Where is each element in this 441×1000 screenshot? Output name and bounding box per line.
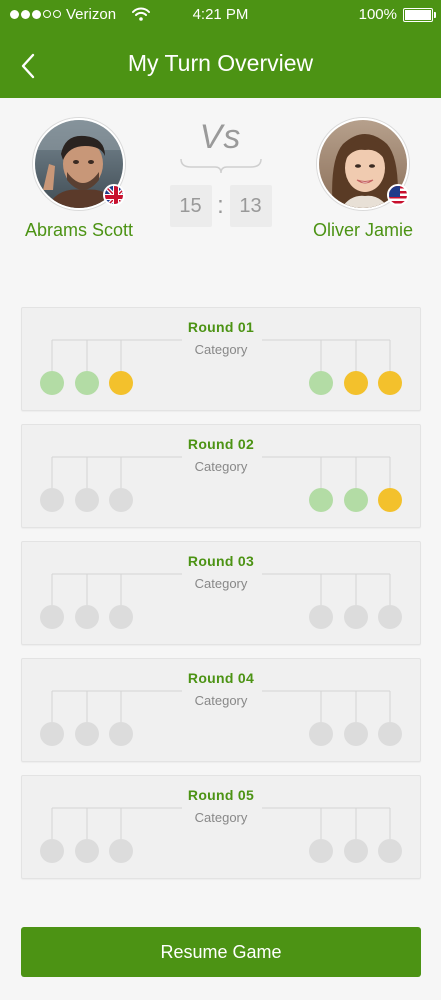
avatar[interactable] [33, 118, 125, 210]
left-answer-dot-empty [75, 605, 99, 629]
left-answer-dot-pending [109, 371, 133, 395]
round-card[interactable]: Round 04 Category [21, 658, 421, 762]
right-answer-dot-correct [344, 488, 368, 512]
left-answer-dot-empty [40, 605, 64, 629]
page-title: My Turn Overview [127, 50, 314, 76]
player-name: Oliver Jamie [312, 220, 414, 240]
round-category: Category [194, 342, 248, 357]
left-answer-dot-empty [40, 488, 64, 512]
status-bar: Verizon 4:21 PM 100% [0, 0, 441, 30]
battery-icon [403, 7, 436, 22]
brace-icon [179, 158, 262, 174]
round-category: Category [194, 693, 248, 708]
battery-status: 100% [358, 6, 436, 23]
player-right: Oliver Jamie [298, 118, 428, 241]
nav-bar: My Turn Overview [0, 30, 441, 98]
round-card[interactable]: Round 05 Category [21, 775, 421, 879]
left-answer-dot-correct [40, 371, 64, 395]
uk-flag-icon [103, 184, 125, 206]
left-answer-dot-empty [75, 488, 99, 512]
avatar[interactable] [317, 118, 409, 210]
right-answer-dot-empty [344, 839, 368, 863]
timer-separator: : [217, 192, 224, 219]
right-answer-dot-pending [378, 371, 402, 395]
round-category: Category [194, 576, 248, 591]
left-answer-dot-correct [75, 371, 99, 395]
right-answer-dot-pending [344, 371, 368, 395]
right-answer-dot-correct [309, 488, 333, 512]
right-answer-dot-empty [309, 839, 333, 863]
round-title: Round 05 [187, 787, 255, 803]
resume-game-button[interactable]: Resume Game [21, 927, 421, 977]
right-answer-dot-correct [309, 371, 333, 395]
left-answer-dot-empty [40, 839, 64, 863]
left-answer-dot-empty [75, 722, 99, 746]
right-answer-dot-empty [378, 722, 402, 746]
turn-timer: 15 : 13 [160, 185, 281, 227]
round-title: Round 02 [187, 436, 255, 452]
us-flag-icon [387, 184, 409, 206]
round-card[interactable]: Round 03 Category [21, 541, 421, 645]
round-title: Round 04 [187, 670, 255, 686]
left-answer-dot-empty [40, 722, 64, 746]
timer-seconds: 13 [229, 185, 272, 227]
left-answer-dot-empty [109, 839, 133, 863]
app-header: Verizon 4:21 PM 100% My Turn Overview [0, 0, 441, 98]
versus-block: Vs 15 : 13 [160, 118, 281, 227]
round-card[interactable]: Round 02 Category [21, 424, 421, 528]
round-category: Category [194, 810, 248, 825]
right-answer-dot-empty [344, 722, 368, 746]
left-answer-dot-empty [109, 722, 133, 746]
round-category: Category [194, 459, 248, 474]
right-answer-dot-empty [309, 605, 333, 629]
round-title: Round 01 [187, 319, 255, 335]
left-answer-dot-empty [75, 839, 99, 863]
left-answer-dot-empty [109, 488, 133, 512]
right-answer-dot-empty [344, 605, 368, 629]
timer-minutes: 15 [169, 185, 212, 227]
battery-percent: 100% [358, 6, 397, 23]
vs-label: Vs [199, 118, 242, 156]
right-answer-dot-empty [309, 722, 333, 746]
right-answer-dot-pending [378, 488, 402, 512]
right-answer-dot-empty [378, 605, 402, 629]
right-answer-dot-empty [378, 839, 402, 863]
left-answer-dot-empty [109, 605, 133, 629]
player-left: Abrams Scott [14, 118, 144, 241]
player-name: Abrams Scott [24, 220, 134, 240]
round-card[interactable]: Round 01 Category [21, 307, 421, 411]
round-title: Round 03 [187, 553, 255, 569]
